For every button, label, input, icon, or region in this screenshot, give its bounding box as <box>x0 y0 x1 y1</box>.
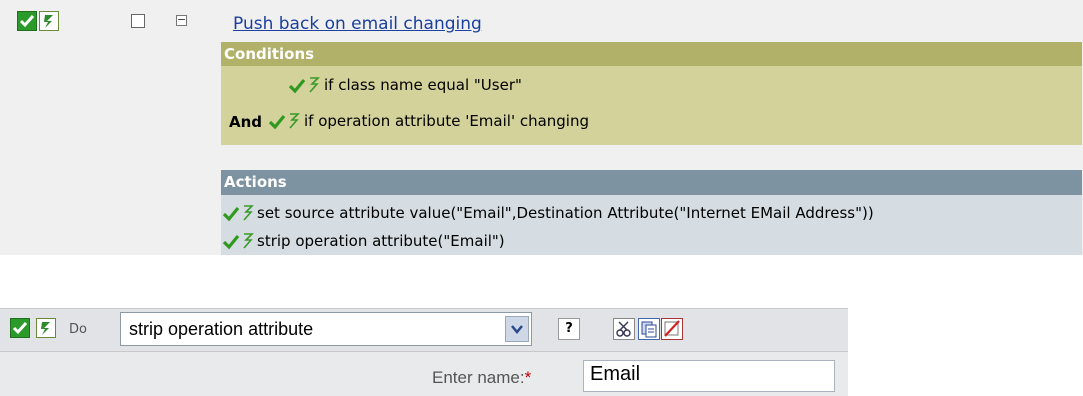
conditions-header-label: Conditions <box>224 45 315 63</box>
condition-2-operator: And <box>229 113 263 131</box>
enter-name-label-text: Enter name: <box>432 368 525 387</box>
collapse-icon[interactable]: − <box>176 14 187 26</box>
help-label: ? <box>565 321 573 336</box>
chevron-down-icon[interactable] <box>505 316 529 342</box>
action-1-lightning-icon <box>243 205 254 221</box>
action-2-text[interactable]: strip operation attribute("Email") <box>257 232 505 250</box>
condition-2-text[interactable]: if operation attribute 'Email' changing <box>304 112 589 130</box>
action-2-lightning-icon <box>243 233 254 249</box>
conditions-header: Conditions <box>221 42 1082 66</box>
do-label: Do <box>69 322 87 337</box>
action-enabled-check-icon[interactable] <box>10 318 30 338</box>
cut-icon[interactable] <box>613 318 635 340</box>
action-type-value: strip operation attribute <box>129 319 314 339</box>
action-1-text[interactable]: set source attribute value("Email",Desti… <box>257 204 874 222</box>
lightning-icon[interactable] <box>39 11 59 31</box>
condition-1-lightning-icon <box>309 77 320 93</box>
condition-1-text[interactable]: if class name equal "User" <box>324 76 522 94</box>
actions-header-label: Actions <box>224 173 287 191</box>
rule-select-checkbox[interactable] <box>131 14 145 28</box>
action-1-check-icon <box>222 206 240 222</box>
action-type-select[interactable]: strip operation attribute <box>120 312 532 346</box>
condition-2-check-icon <box>268 114 286 130</box>
action-2-check-icon <box>222 234 240 250</box>
copy-icon[interactable] <box>638 318 660 340</box>
name-input[interactable]: Email <box>583 360 835 392</box>
condition-2-lightning-icon <box>289 113 300 129</box>
condition-1-check-icon <box>288 78 306 94</box>
help-icon[interactable]: ? <box>558 318 580 340</box>
enter-name-label: Enter name:* <box>432 368 531 388</box>
action-lightning-icon[interactable] <box>36 318 56 338</box>
enabled-check-icon[interactable] <box>17 11 37 31</box>
required-marker: * <box>524 368 532 387</box>
rule-title-link[interactable]: Push back on email changing <box>233 14 482 34</box>
actions-header: Actions <box>221 170 1082 195</box>
delete-icon[interactable] <box>661 318 683 340</box>
